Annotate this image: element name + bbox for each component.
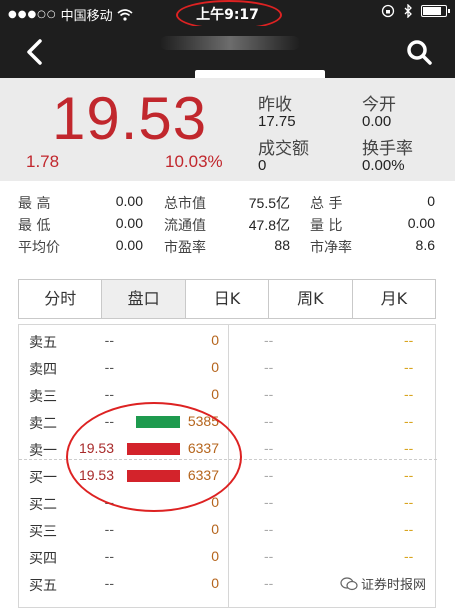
wechat-icon xyxy=(340,576,358,590)
order-row: 买三 -- 0 -- -- xyxy=(19,517,437,544)
turnover-rate-value: 0.00% xyxy=(362,157,405,174)
level-name: 买五 xyxy=(29,578,57,594)
annotation-circle-book xyxy=(66,402,242,512)
tab-daily-k[interactable]: 日K xyxy=(186,280,270,318)
stat-value: 0.00 xyxy=(407,215,435,231)
right-placeholder: -- xyxy=(404,386,414,402)
right-placeholder: -- xyxy=(264,413,274,429)
rotation-lock-icon xyxy=(381,4,395,18)
right-placeholder: -- xyxy=(264,575,274,591)
price-change-pct: 10.03% xyxy=(165,152,223,171)
watermark: 证券时报网 xyxy=(340,574,426,593)
right-placeholder: -- xyxy=(404,494,414,510)
level-name: 买三 xyxy=(29,524,57,540)
level-name: 卖三 xyxy=(29,389,57,405)
search-icon[interactable] xyxy=(405,38,433,66)
level-name: 卖五 xyxy=(29,335,57,351)
chart-tabs: 分时 盘口 日K 周K 月K xyxy=(18,279,436,319)
right-placeholder: -- xyxy=(404,467,414,483)
status-right xyxy=(381,4,450,18)
order-row: 买四 -- 0 -- -- xyxy=(19,544,437,571)
stat-label: 总市值 xyxy=(164,196,206,212)
level-price: -- xyxy=(104,386,114,402)
level-price: -- xyxy=(104,332,114,348)
right-placeholder: -- xyxy=(404,413,414,429)
stat-label: 市净率 xyxy=(310,240,352,256)
price-change: 1.78 xyxy=(26,152,60,171)
right-placeholder: -- xyxy=(264,359,274,375)
stat-value: 8.6 xyxy=(415,237,435,253)
level-price: -- xyxy=(104,575,114,591)
watermark-text: 证券时报网 xyxy=(361,578,427,593)
bluetooth-icon xyxy=(404,4,412,18)
stat-value: 88 xyxy=(274,237,290,253)
order-row: 买二 -- 0 -- -- xyxy=(19,490,437,517)
tab-intraday[interactable]: 分时 xyxy=(19,280,103,318)
turnover-value: 0 xyxy=(258,157,267,174)
level-volume: 0 xyxy=(211,575,219,591)
turnover-label: 成交额 xyxy=(258,139,309,159)
right-placeholder: -- xyxy=(404,359,414,375)
level-name: 买四 xyxy=(29,551,57,567)
prev-close-value: 17.75 xyxy=(258,113,296,130)
right-placeholder: -- xyxy=(404,548,414,564)
tab-weekly-k[interactable]: 周K xyxy=(269,280,353,318)
level-volume: 0 xyxy=(211,548,219,564)
stat-label: 市盈率 xyxy=(164,240,206,256)
turnover-rate-label: 换手率 xyxy=(362,139,413,159)
level-volume: 0 xyxy=(211,521,219,537)
right-placeholder: -- xyxy=(404,440,414,456)
level-volume: 0 xyxy=(211,359,219,375)
stat-label: 最 低 xyxy=(18,218,51,234)
nav-bar xyxy=(0,26,455,80)
level-price: -- xyxy=(104,359,114,375)
order-row: 卖五 -- 0 -- -- xyxy=(19,328,437,355)
level-price: -- xyxy=(104,548,114,564)
current-price: 19.53 xyxy=(52,85,208,152)
right-placeholder: -- xyxy=(264,494,274,510)
stat-label: 流通值 xyxy=(164,218,206,234)
stat-value: 0 xyxy=(427,193,435,209)
level-name: 卖二 xyxy=(29,416,57,432)
level-name: 卖四 xyxy=(29,362,57,378)
stat-value: 47.8亿 xyxy=(248,217,290,233)
stat-value: 0.00 xyxy=(115,193,143,209)
level-volume: 0 xyxy=(211,386,219,402)
order-row: 卖三 -- 0 -- -- xyxy=(19,382,437,409)
right-placeholder: -- xyxy=(264,548,274,564)
stat-label: 量 比 xyxy=(310,218,343,234)
battery-fill xyxy=(423,7,441,15)
back-arrow-icon[interactable] xyxy=(22,38,48,66)
open-value: 0.00 xyxy=(362,113,392,130)
stats-grid: 最 高 0.00 总市值 75.5亿 总 手 0 最 低 0.00 流通值 47… xyxy=(0,190,455,260)
right-placeholder: -- xyxy=(404,521,414,537)
level-name: 卖一 xyxy=(29,443,57,459)
right-placeholder: -- xyxy=(404,332,414,348)
prev-close-label: 昨收 xyxy=(258,95,292,115)
right-placeholder: -- xyxy=(264,332,274,348)
right-placeholder: -- xyxy=(264,386,274,402)
stat-value: 0.00 xyxy=(115,215,143,231)
right-placeholder: -- xyxy=(264,440,274,456)
right-placeholder: -- xyxy=(264,467,274,483)
quote-panel: 19.53 1.78 10.03% 昨收 17.75 今开 0.00 成交额 0… xyxy=(0,78,455,181)
stat-value: 0.00 xyxy=(115,237,143,253)
stat-value: 75.5亿 xyxy=(248,195,290,211)
battery-icon xyxy=(421,5,450,17)
stat-label: 平均价 xyxy=(18,240,60,256)
level-price: -- xyxy=(104,521,114,537)
stat-label: 最 高 xyxy=(18,196,51,212)
order-row: 卖四 -- 0 -- -- xyxy=(19,355,437,382)
open-label: 今开 xyxy=(362,95,396,115)
level-name: 买二 xyxy=(29,497,57,513)
right-placeholder: -- xyxy=(264,521,274,537)
level-volume: 0 xyxy=(211,332,219,348)
tab-order-book[interactable]: 盘口 xyxy=(102,280,186,318)
title-blurred xyxy=(160,36,300,50)
tab-monthly-k[interactable]: 月K xyxy=(353,280,435,318)
level-name: 买一 xyxy=(29,470,57,486)
stat-label: 总 手 xyxy=(310,196,343,212)
